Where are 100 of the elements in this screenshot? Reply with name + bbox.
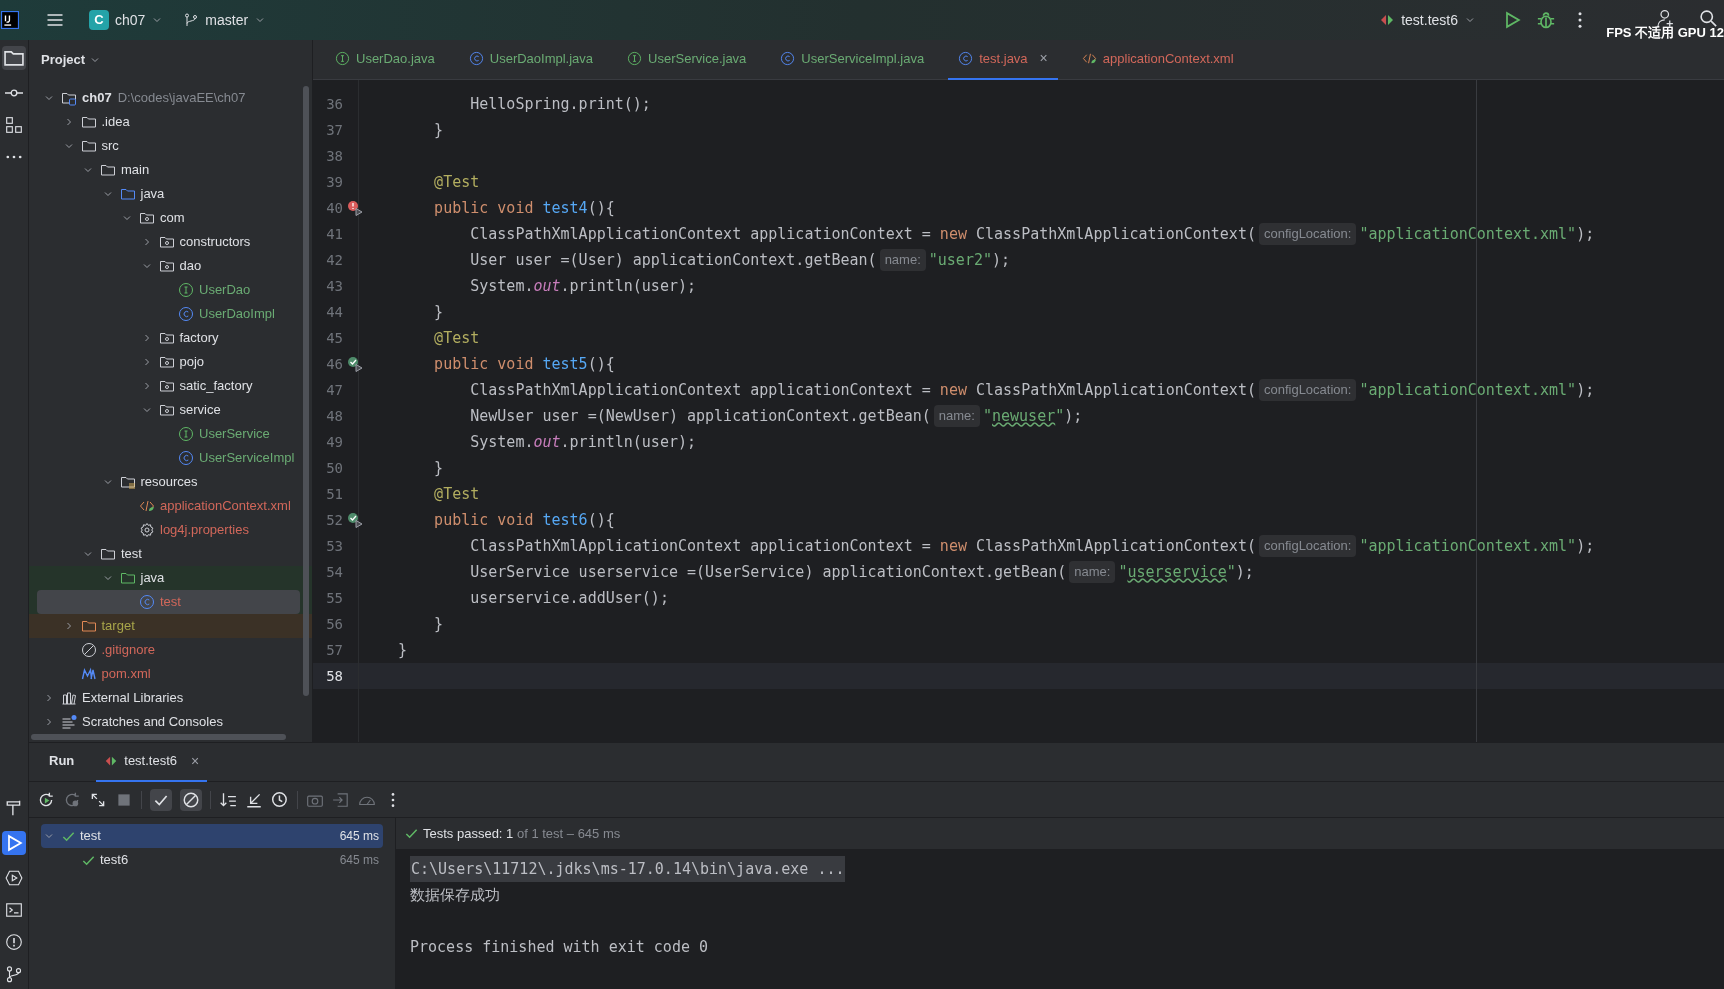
editor-tab[interactable]: UserService.java (617, 39, 757, 80)
tree-item[interactable]: service (37, 398, 300, 422)
tree-item[interactable]: UserDao (37, 278, 300, 302)
panel-title: Project (41, 51, 86, 70)
package-icon (158, 354, 175, 370)
test-result-item[interactable]: test 645 ms (41, 824, 383, 848)
line-number: 51 (325, 484, 343, 504)
code-line: System.out.println(user); (469, 275, 697, 297)
test-failed-marker-icon[interactable] (347, 200, 363, 216)
scrollbar[interactable] (31, 734, 286, 740)
console-line: 数据保存成功 (410, 884, 501, 906)
code-line: ClassPathXmlApplicationContext applicationContext = new ClassPathXmlApplicationContext( configLocation: "applicationContext.xml"); (469, 534, 1595, 558)
console-line: Process finished with exit code 0 (410, 936, 709, 958)
tree-item[interactable]: main (37, 158, 300, 182)
tree-item[interactable]: UserService (37, 422, 300, 446)
package-icon (139, 210, 155, 226)
tree-item[interactable]: Scratches and Consoles (37, 710, 300, 734)
gear-icon (139, 522, 155, 538)
bug-icon[interactable] (1536, 10, 1556, 30)
class-icon (958, 51, 974, 66)
run-tab[interactable]: test.test6 × (96, 742, 208, 782)
rerun-icon[interactable] (37, 790, 55, 809)
close-tab-button[interactable]: × (1039, 48, 1048, 69)
panel-header[interactable]: Project (29, 40, 312, 80)
clock-icon[interactable] (271, 790, 289, 809)
tree-item[interactable]: UserDaoImpl (37, 302, 300, 326)
tree-item[interactable]: java (37, 182, 300, 206)
close-tab-button[interactable]: × (191, 750, 200, 772)
app-logo-icon[interactable] (1, 11, 19, 29)
test-summary-text: Tests passed: 1 of 1 test – 645 ms (423, 824, 621, 843)
tree-item[interactable]: test (37, 542, 300, 566)
tree-item[interactable]: satic_factory (37, 374, 300, 398)
line-number: 55 (325, 588, 343, 608)
scrollbar[interactable] (303, 86, 309, 696)
tree-item[interactable]: pom.xml (37, 662, 300, 686)
test-passed-marker-icon[interactable] (347, 356, 363, 372)
add-user-icon[interactable] (1656, 8, 1676, 28)
branch-name: master (205, 10, 249, 30)
services-icon[interactable] (5, 869, 23, 887)
rerun-failed-icon[interactable] (63, 790, 81, 809)
package-icon (158, 330, 175, 346)
tree-item[interactable]: dao (37, 254, 300, 278)
tree-item[interactable]: factory (37, 326, 300, 350)
hammer-icon[interactable] (5, 799, 23, 817)
warning-circle-icon[interactable] (5, 933, 23, 951)
line-number: 52 (325, 510, 343, 530)
git-icon[interactable] (5, 965, 23, 983)
code-line: public void test6(){ (433, 509, 615, 531)
terminal-icon[interactable] (5, 901, 23, 919)
tree-item[interactable]: src (37, 134, 300, 158)
tree-item[interactable]: ch07 D:\codes\javaEE\ch07 (37, 86, 300, 110)
line-number: 54 (325, 562, 343, 582)
test-result-item[interactable]: test6 645 ms (41, 848, 383, 872)
project-path: D:\codes\javaEE\ch07 (117, 89, 246, 108)
line-number: 41 (325, 224, 343, 244)
code-line: public void test4(){ (433, 197, 615, 219)
code-line: User user =(User) applicationContext.getBean( name: "user2"); (469, 248, 1011, 272)
checkmark-icon[interactable] (150, 788, 172, 811)
tree-item[interactable]: com (37, 206, 300, 230)
code-line: } (433, 457, 444, 479)
tree-item[interactable]: log4j.properties (37, 518, 300, 542)
code-line: HelloSpring.print(); (469, 93, 651, 115)
line-number: 53 (325, 536, 343, 556)
code-line: public void test5(){ (433, 353, 615, 375)
tree-item[interactable]: pojo (37, 350, 300, 374)
run-icon[interactable] (2, 831, 26, 855)
library-icon (61, 690, 77, 706)
search-icon[interactable] (1698, 8, 1718, 28)
editor-tab[interactable]: UserDao.java (325, 39, 445, 80)
interface-icon (627, 51, 643, 66)
code-line: @Test (433, 171, 480, 193)
folder-icon[interactable] (2, 46, 26, 70)
editor-tab[interactable]: applicationContext.xml (1071, 39, 1244, 80)
tree-item[interactable]: UserServiceImpl (37, 446, 300, 470)
import-icon[interactable] (332, 790, 350, 809)
code-line: } (433, 301, 444, 323)
fps-overlay-text: FPS 不适用 GPU 12 (1606, 24, 1724, 42)
tree-item[interactable]: .idea (37, 110, 300, 134)
project-switcher[interactable]: C ch07 (85, 6, 168, 34)
code-line: UserService userservice =(UserService) applicationContext.getBean( name: "userservice"); (469, 560, 1254, 584)
sort-icon[interactable] (219, 790, 237, 809)
structure-icon[interactable] (5, 116, 23, 134)
line-number: 57 (325, 640, 343, 660)
tree-item[interactable]: External Libraries (37, 686, 300, 710)
tree-item[interactable]: constructors (37, 230, 300, 254)
test-passed-marker-icon[interactable] (347, 512, 363, 528)
editor-tab[interactable]: UserServiceImpl.java (770, 39, 935, 80)
test-config-icon (1379, 12, 1396, 28)
editor-tab[interactable]: UserDaoImpl.java (458, 39, 604, 80)
tree-item[interactable]: .gitignore (37, 638, 300, 662)
line-number: 45 (325, 328, 343, 348)
code-brackets-icon (139, 498, 155, 514)
panel-title[interactable]: Run (41, 742, 83, 782)
tree-item[interactable]: applicationContext.xml (37, 494, 300, 518)
package-icon (158, 378, 175, 394)
run-configuration-selector[interactable]: test.test6 (1375, 6, 1480, 34)
branch-switcher[interactable]: master (179, 6, 271, 34)
tree-item[interactable]: resources (37, 470, 300, 494)
prohibited-icon[interactable] (180, 788, 202, 811)
folder-icon (100, 546, 116, 562)
